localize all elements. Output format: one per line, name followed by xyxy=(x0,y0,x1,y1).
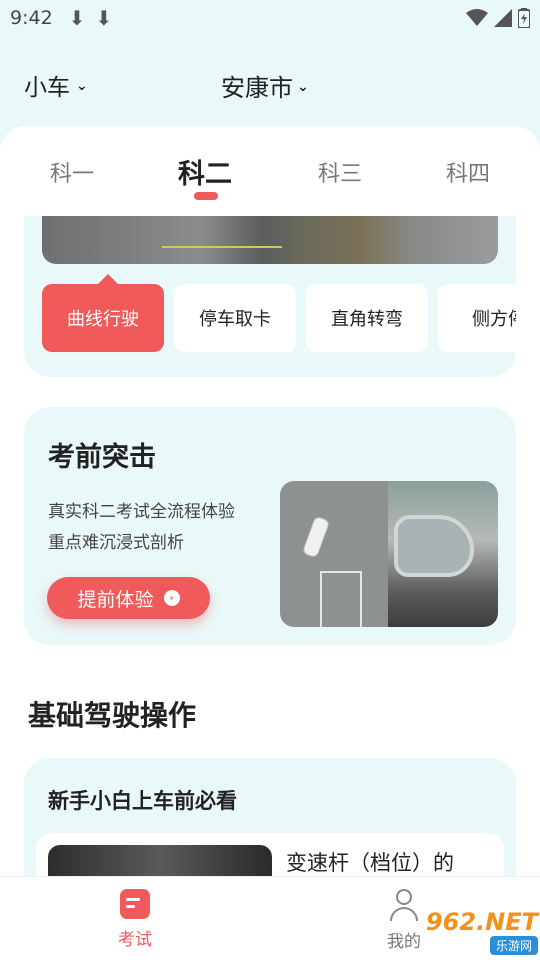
promo-title: 考前突击 xyxy=(48,442,156,473)
exam-icon xyxy=(120,889,150,919)
topic-chip-label: 直角转弯 xyxy=(331,309,403,330)
topic-chip-curve[interactable]: 曲线行驶 xyxy=(42,284,164,352)
main-sheet: 科一 科二 科三 科四 曲线行驶 停车取卡 直角转弯 侧方停 考前突击 xyxy=(0,126,540,886)
section-title-basics: 基础驾驶操作 xyxy=(28,699,197,732)
topic-chips: 曲线行驶 停车取卡 直角转弯 侧方停 xyxy=(42,284,516,354)
promo-line-1: 真实科二考试全流程体验 xyxy=(48,502,235,522)
arrow-right-icon: › xyxy=(163,590,180,606)
header: 小车 ⌄ 安康市 ⌄ xyxy=(0,58,540,112)
topic-chip-label: 侧方停 xyxy=(472,309,516,330)
try-now-label: 提前体验 xyxy=(77,588,154,611)
aerial-view-image xyxy=(280,481,388,627)
signal-icon xyxy=(494,9,512,27)
car-icon xyxy=(301,515,331,559)
city-selector[interactable]: 安康市 ⌄ xyxy=(221,68,309,103)
vehicle-type-label: 小车 xyxy=(24,75,70,101)
topic-chip-right-angle[interactable]: 直角转弯 xyxy=(306,284,428,352)
status-icons xyxy=(466,8,530,28)
lesson-title: 变速杆（档位）的 xyxy=(286,851,454,875)
lane-line xyxy=(320,571,322,627)
promo-line-2: 重点难沉浸式剖析 xyxy=(48,533,184,553)
battery-icon xyxy=(518,8,530,28)
download-icon: ⬇ xyxy=(68,6,86,30)
try-now-button[interactable]: 提前体验 › xyxy=(47,577,210,619)
promo-image xyxy=(280,481,498,627)
tab-subject-3[interactable]: 科三 xyxy=(318,156,362,188)
chevron-down-icon: ⌄ xyxy=(76,78,88,94)
road-marking xyxy=(162,246,282,248)
topic-chip-parking-card[interactable]: 停车取卡 xyxy=(174,284,296,352)
status-time: 9:42 xyxy=(10,7,53,29)
city-label: 安康市 xyxy=(221,74,293,102)
chip-pointer xyxy=(98,274,118,284)
nav-exam[interactable]: 考试 xyxy=(85,889,185,950)
topic-chip-label: 停车取卡 xyxy=(199,309,271,330)
watermark-small: 乐游网 xyxy=(489,935,538,955)
basics-card-title: 新手小白上车前必看 xyxy=(48,789,237,813)
tab-subject-4[interactable]: 科四 xyxy=(446,156,490,188)
status-bar: 9:42 ⬇ ⬇ xyxy=(0,0,540,36)
side-mirror-image xyxy=(388,481,498,627)
active-tab-indicator xyxy=(194,192,218,200)
topic-preview-image[interactable] xyxy=(42,216,498,264)
chevron-down-icon: ⌄ xyxy=(297,78,309,95)
lane-line xyxy=(320,571,360,573)
tab-subject-2[interactable]: 科二 xyxy=(178,152,232,191)
tab-subject-1[interactable]: 科一 xyxy=(50,156,94,188)
lane-line xyxy=(360,571,362,627)
download-icon: ⬇ xyxy=(95,6,113,30)
watermark-logo: 962.NET 乐游网 xyxy=(400,906,538,956)
subject-tabs: 科一 科二 科三 科四 xyxy=(0,126,540,216)
topic-chip-side-parking[interactable]: 侧方停 xyxy=(438,284,516,352)
basics-card: 新手小白上车前必看 变速杆（档位）的 xyxy=(24,758,516,886)
vehicle-type-selector[interactable]: 小车 ⌄ xyxy=(24,68,88,102)
nav-exam-label: 考试 xyxy=(118,930,152,950)
promo-card[interactable]: 考前突击 真实科二考试全流程体验 重点难沉浸式剖析 提前体验 › xyxy=(24,407,516,645)
wifi-icon xyxy=(466,9,488,26)
watermark-big: 962.NET xyxy=(425,907,538,936)
topic-chip-label: 曲线行驶 xyxy=(67,309,139,330)
mirror-glass xyxy=(394,515,474,577)
